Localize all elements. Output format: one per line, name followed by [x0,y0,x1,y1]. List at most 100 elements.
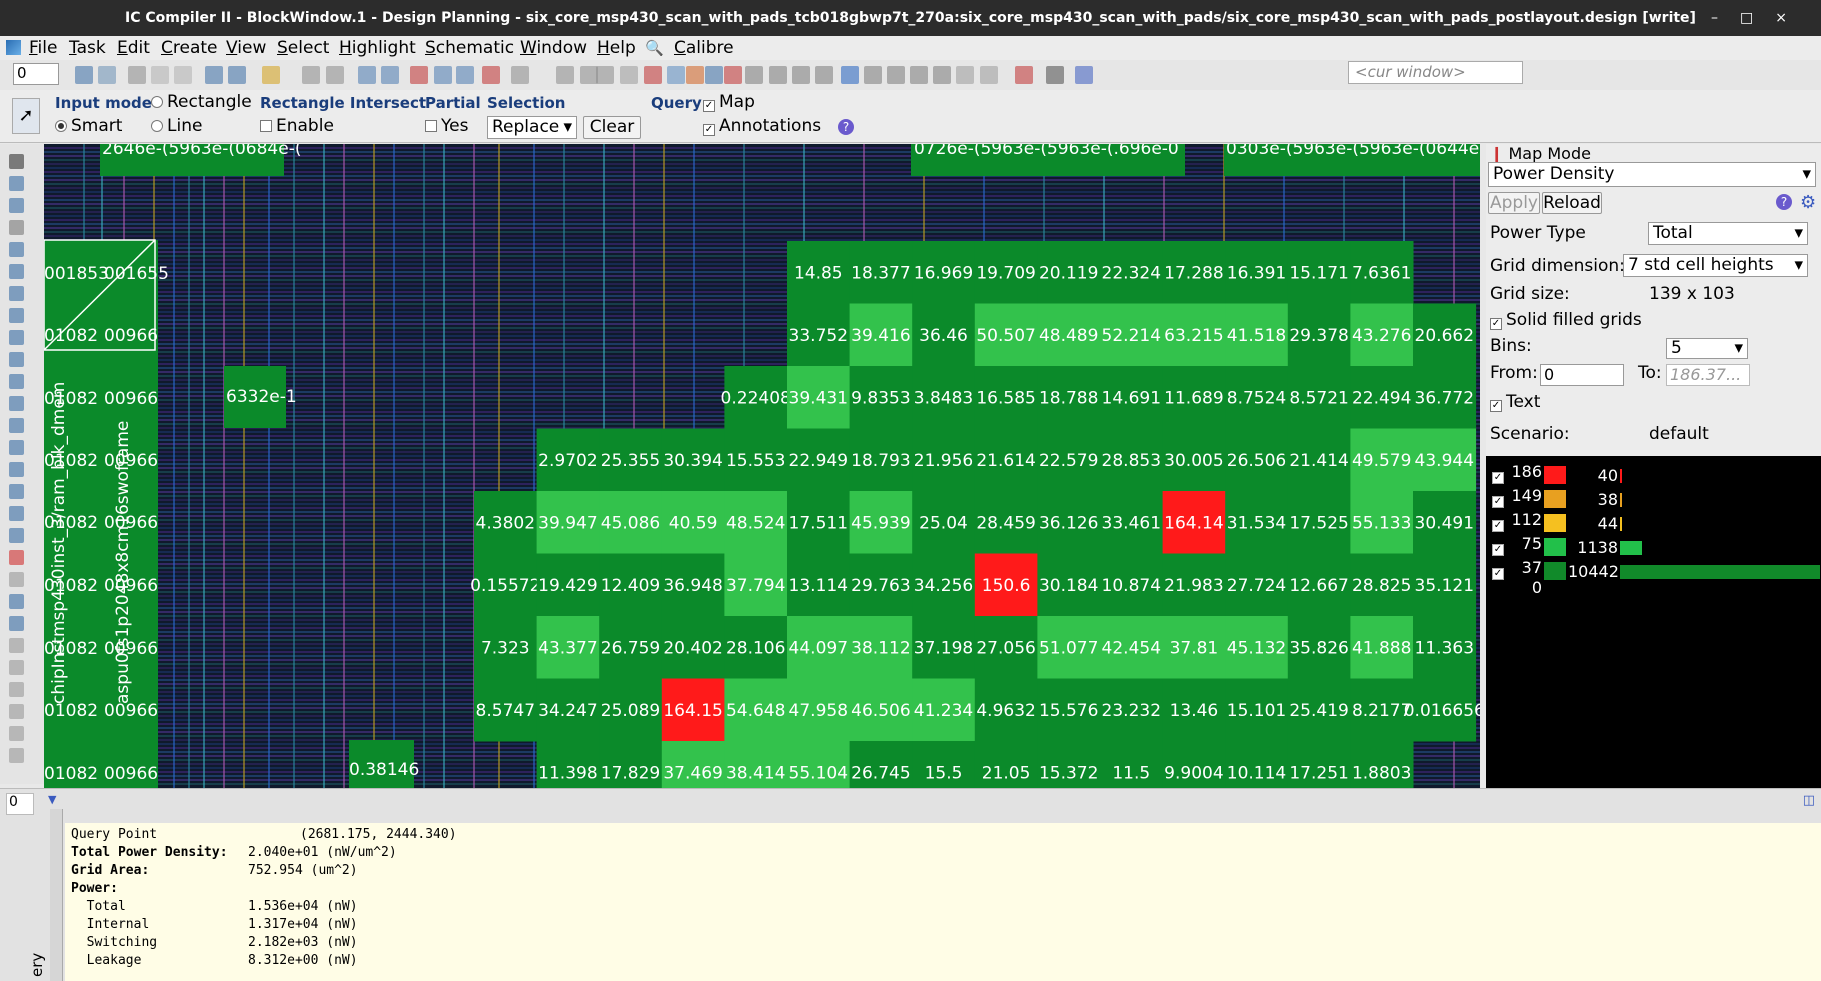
legend-bin-checkbox[interactable]: ✓ [1492,544,1504,556]
toolbar-button-icon[interactable] [887,66,905,84]
left-tool-icon[interactable] [9,726,24,741]
toolbar-button-icon[interactable] [302,66,320,84]
toolbar-button-icon[interactable] [482,66,500,84]
grid-dim-spinner[interactable]: 7 std cell heights [1623,254,1808,277]
menu-task[interactable]: Task [69,38,106,58]
toolbar-button-icon[interactable] [381,66,399,84]
rectangle-radio[interactable]: Rectangle [151,92,252,112]
legend-bin-checkbox[interactable]: ✓ [1492,472,1504,484]
collapse-arrow-icon[interactable]: ▼ [48,793,56,806]
left-tool-icon[interactable] [9,594,24,609]
left-tool-icon[interactable] [9,462,24,477]
toolbar-button-icon[interactable] [596,66,614,84]
toolbar-button-icon[interactable] [792,66,810,84]
toolbar-button-icon[interactable] [326,66,344,84]
toolbar-button-icon[interactable] [644,66,662,84]
toolbar-button-icon[interactable] [205,66,223,84]
line-radio[interactable]: Line [151,116,202,136]
power-type-dropdown[interactable]: Total [1648,222,1808,245]
toolbar-button-icon[interactable] [910,66,928,84]
selection-dropdown[interactable]: Replace [487,116,577,139]
map-mode-dropdown[interactable]: Power Density [1488,162,1816,187]
help-icon[interactable]: ? [838,119,854,135]
close-button[interactable]: × [1775,10,1809,26]
panel-help-icon[interactable]: ? [1776,194,1792,210]
settings-gear-icon[interactable]: ⚙ [1800,192,1816,213]
left-tool-icon[interactable] [9,418,24,433]
query-tab[interactable]: ery [28,809,63,981]
layout-view[interactable]: 2646e-(5963e-(0684e-(0726e-(5963e-(5963e… [44,144,1480,788]
toolbar-button-icon[interactable] [667,66,685,84]
menu-highlight[interactable]: Highlight [339,38,416,58]
menu-help[interactable]: Help [597,38,636,58]
text-checkbox[interactable]: ✓ Text [1490,392,1540,412]
toolbar-button-icon[interactable] [686,66,704,84]
menu-edit[interactable]: Edit [117,38,150,58]
left-tool-icon[interactable] [9,748,24,763]
reload-button[interactable]: Reload [1542,192,1602,214]
toolbar-button-icon[interactable] [864,66,882,84]
left-tool-icon[interactable] [9,154,24,169]
select-pointer-icon[interactable]: ➚ [12,98,40,134]
left-tool-icon[interactable] [9,220,24,235]
left-tool-icon[interactable] [9,682,24,697]
left-tool-icon[interactable] [9,550,24,565]
left-tool-icon[interactable] [9,352,24,367]
toolbar-button-icon[interactable] [815,66,833,84]
maximize-button[interactable]: □ [1740,10,1775,26]
legend-bin-checkbox[interactable]: ✓ [1492,496,1504,508]
smart-radio[interactable]: Smart [55,116,122,136]
map-checkbox[interactable]: ✓ Map [703,92,755,112]
menu-create[interactable]: Create [161,38,218,58]
search-icon[interactable]: 🔍 [645,39,664,57]
toolbar-button-icon[interactable] [456,66,474,84]
minimize-button[interactable]: – [1711,10,1740,26]
menu-schematic[interactable]: Schematic [425,38,514,58]
toolbar-button-icon[interactable] [933,66,951,84]
left-tool-icon[interactable] [9,308,24,323]
toolbar-button-icon[interactable] [174,66,192,84]
cur-window-field[interactable]: <cur window> [1348,61,1523,84]
menu-calibre[interactable]: Calibre [674,38,734,58]
menu-file[interactable]: File [29,38,57,58]
left-tool-icon[interactable] [9,528,24,543]
layer-spin-box[interactable]: 0 [13,63,59,85]
toolbar-button-icon[interactable] [556,66,574,84]
layout-canvas[interactable]: 2646e-(5963e-(0684e-(0726e-(5963e-(5963e… [44,144,1480,788]
toolbar-button-icon[interactable] [128,66,146,84]
left-tool-icon[interactable] [9,374,24,389]
apply-button[interactable]: Apply [1488,192,1540,214]
menu-select[interactable]: Select [277,38,329,58]
menu-window[interactable]: Window [520,38,587,58]
left-tool-icon[interactable] [9,638,24,653]
yes-checkbox[interactable]: Yes [425,116,468,136]
toolbar-button-icon[interactable] [434,66,452,84]
legend-bin-checkbox[interactable]: ✓ [1492,568,1504,580]
toolbar-button-icon[interactable] [262,66,280,84]
toolbar-button-icon[interactable] [841,66,859,84]
toolbar-button-icon[interactable] [956,66,974,84]
left-tool-icon[interactable] [9,572,24,587]
legend-bin-checkbox[interactable]: ✓ [1492,520,1504,532]
bottom-spin-box[interactable]: 0 [6,793,34,815]
annotations-checkbox[interactable]: ✓ Annotations [703,116,821,136]
left-tool-icon[interactable] [9,440,24,455]
toolbar-button-icon[interactable] [1015,66,1033,84]
left-tool-icon[interactable] [9,330,24,345]
menu-view[interactable]: View [226,38,266,58]
toolbar-button-icon[interactable] [745,66,763,84]
left-tool-icon[interactable] [9,484,24,499]
toolbar-button-icon[interactable] [75,66,93,84]
toolbar-button-icon[interactable] [98,66,116,84]
from-input[interactable]: 0 [1540,364,1624,386]
toolbar-button-icon[interactable] [410,66,428,84]
toolbar-button-icon[interactable] [1046,66,1064,84]
left-tool-icon[interactable] [9,396,24,411]
enable-checkbox[interactable]: Enable [260,116,334,136]
left-tool-icon[interactable] [9,506,24,521]
left-tool-icon[interactable] [9,704,24,719]
toolbar-button-icon[interactable] [769,66,787,84]
left-tool-icon[interactable] [9,286,24,301]
to-input[interactable]: 186.37... [1666,364,1750,386]
toolbar-button-icon[interactable] [705,66,723,84]
